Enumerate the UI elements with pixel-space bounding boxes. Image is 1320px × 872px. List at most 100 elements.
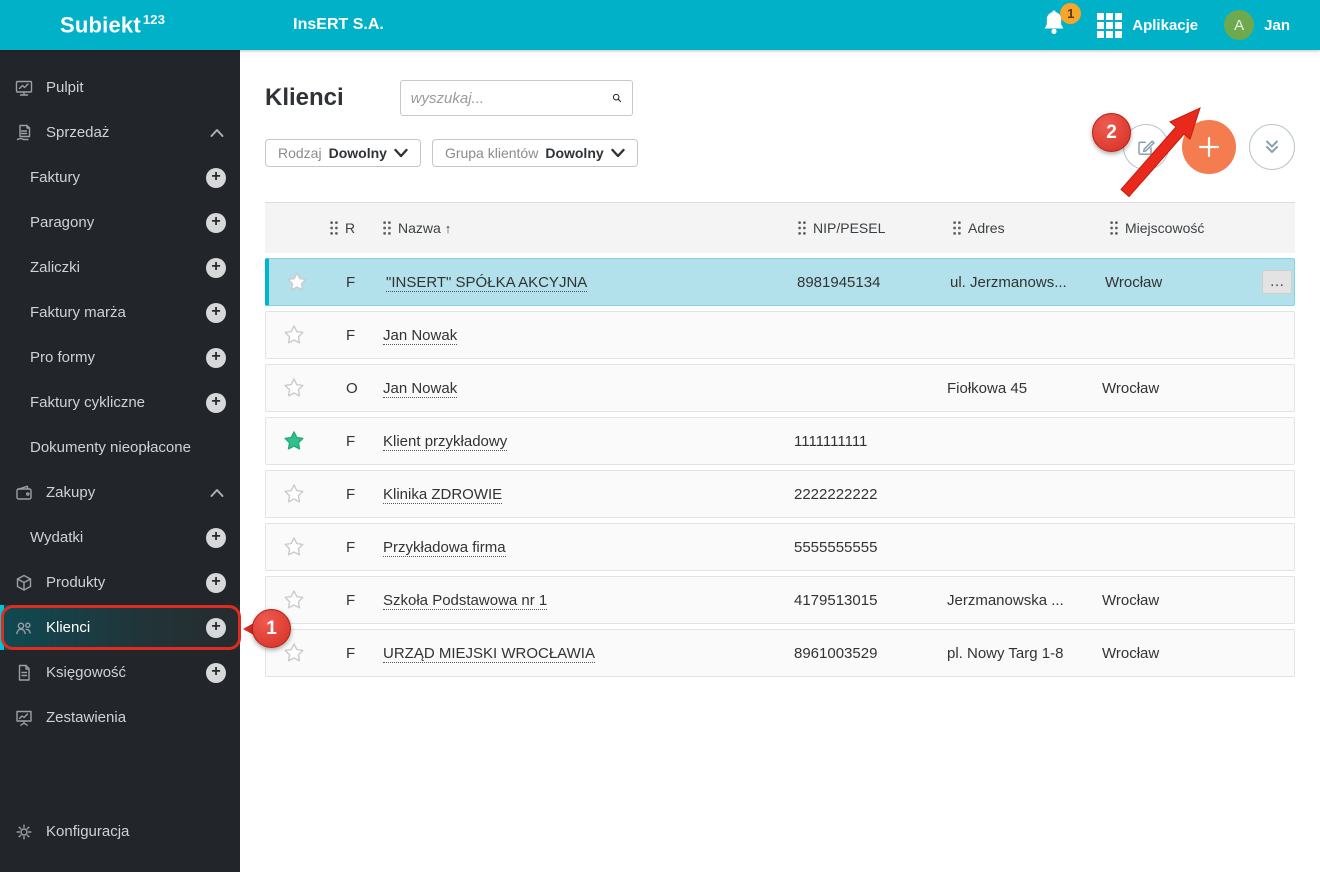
favorite-star-button[interactable] bbox=[266, 324, 322, 346]
sidebar-item-zestawienia[interactable]: Zestawienia bbox=[0, 695, 240, 740]
client-city: Wrocław bbox=[1105, 273, 1163, 291]
client-name-link[interactable]: Klinika ZDROWIE bbox=[383, 485, 503, 504]
favorite-star-button[interactable] bbox=[266, 483, 322, 505]
drag-handle-icon[interactable] bbox=[797, 220, 807, 236]
edit-button[interactable] bbox=[1123, 124, 1169, 170]
sidebar-item-label: Konfiguracja bbox=[46, 823, 130, 840]
app-logo[interactable]: Subiekt 123 bbox=[60, 12, 165, 38]
filter-grupa-klientow[interactable]: Grupa klientów Dowolny bbox=[431, 139, 638, 167]
favorite-star-button[interactable] bbox=[266, 377, 322, 399]
client-name-link[interactable]: Klient przykładowy bbox=[383, 432, 508, 451]
row-actions-cell: … bbox=[1262, 270, 1300, 294]
favorite-star-button[interactable] bbox=[266, 430, 322, 452]
favorite-star-button[interactable] bbox=[266, 589, 322, 611]
table-row[interactable]: F Klient przykładowy 1111111111 bbox=[265, 417, 1295, 465]
client-name-link[interactable]: Jan Nowak bbox=[383, 379, 458, 398]
sidebar-item-faktury-mar-a[interactable]: Faktury marża + bbox=[0, 290, 240, 335]
sidebar-item-label: Faktury cykliczne bbox=[30, 394, 146, 411]
table-row[interactable]: F Szkoła Podstawowa nr 1 4179513015 Jerz… bbox=[265, 576, 1295, 624]
sidebar-item-produkty[interactable]: Produkty + bbox=[0, 560, 240, 605]
client-name-link[interactable]: Szkoła Podstawowa nr 1 bbox=[383, 591, 548, 610]
add-icon[interactable]: + bbox=[206, 617, 226, 638]
favorite-star-button[interactable] bbox=[266, 536, 322, 558]
client-name-link[interactable]: "INSERT" SPÓŁKA AKCYJNA bbox=[386, 273, 588, 292]
column-header-nazwa[interactable]: Nazwa ↑ bbox=[379, 220, 789, 236]
drag-handle-icon[interactable] bbox=[329, 220, 339, 236]
add-icon[interactable]: + bbox=[206, 527, 226, 548]
filter-rodzaj[interactable]: Rodzaj Dowolny bbox=[265, 139, 421, 167]
chevron-up-icon[interactable] bbox=[210, 488, 224, 498]
chevron-up-icon[interactable] bbox=[210, 128, 224, 138]
column-header-adres[interactable]: Adres bbox=[943, 220, 1098, 236]
chevron-down-icon bbox=[610, 148, 625, 158]
client-type: F bbox=[346, 273, 356, 291]
more-actions-button[interactable] bbox=[1249, 124, 1295, 170]
apps-menu-button[interactable]: Aplikacje bbox=[1097, 12, 1198, 38]
sidebar-item-faktury[interactable]: Faktury + bbox=[0, 155, 240, 200]
notifications-button[interactable]: 1 bbox=[1041, 3, 1082, 41]
client-name-link[interactable]: URZĄD MIEJSKI WROCŁAWIA bbox=[383, 644, 595, 663]
add-icon[interactable]: + bbox=[206, 302, 226, 323]
column-label: R bbox=[345, 220, 356, 236]
sidebar-item-klienci[interactable]: Klienci + bbox=[0, 605, 240, 650]
favorite-star-button[interactable] bbox=[266, 642, 322, 664]
add-icon[interactable]: + bbox=[206, 347, 226, 368]
sidebar-item-zaliczki[interactable]: Zaliczki + bbox=[0, 245, 240, 290]
add-icon[interactable]: + bbox=[206, 167, 226, 188]
star-icon bbox=[284, 537, 304, 556]
column-header-miejscowosc[interactable]: Miejscowość bbox=[1098, 220, 1258, 236]
chevron-down-icon bbox=[394, 148, 408, 158]
add-icon[interactable]: + bbox=[206, 662, 226, 683]
sidebar-item-label: Wydatki bbox=[30, 529, 84, 546]
sidebar-item-sprzeda[interactable]: Sprzedaż bbox=[0, 110, 240, 155]
sidebar-item-konfiguracja[interactable]: Konfiguracja bbox=[0, 809, 240, 854]
favorite-star-button[interactable] bbox=[269, 271, 325, 293]
table-row[interactable]: F "INSERT" SPÓŁKA AKCYJNA 8981945134 ul.… bbox=[265, 258, 1295, 306]
add-icon[interactable]: + bbox=[206, 257, 226, 278]
sidebar-item-zakupy[interactable]: Zakupy bbox=[0, 470, 240, 515]
sidebar-item-label: Faktury bbox=[30, 169, 81, 186]
sidebar-item-pulpit[interactable]: Pulpit bbox=[0, 65, 240, 110]
sidebar-item-label: Klienci bbox=[46, 619, 91, 636]
sidebar-item-ksi-gowo[interactable]: Księgowość + bbox=[0, 650, 240, 695]
add-icon[interactable]: + bbox=[206, 212, 226, 233]
sidebar-item-paragony[interactable]: Paragony + bbox=[0, 200, 240, 245]
client-name-link[interactable]: Jan Nowak bbox=[383, 326, 458, 345]
user-menu-button[interactable]: A Jan bbox=[1224, 10, 1290, 40]
row-more-button[interactable]: … bbox=[1262, 270, 1292, 294]
add-icon[interactable]: + bbox=[206, 392, 226, 413]
search-icon[interactable] bbox=[612, 89, 622, 107]
company-name: InsERT S.A. bbox=[293, 16, 384, 33]
column-header-nip-pesel[interactable]: NIP/PESEL bbox=[789, 220, 943, 236]
table-row[interactable]: F URZĄD MIEJSKI WROCŁAWIA 8961003529 pl.… bbox=[265, 629, 1295, 677]
add-client-button[interactable] bbox=[1182, 120, 1236, 174]
desktop-icon bbox=[15, 80, 33, 96]
sidebar-item-wydatki[interactable]: Wydatki + bbox=[0, 515, 240, 560]
column-label: Nazwa bbox=[398, 220, 441, 236]
sidebar-item-faktury-cykliczne[interactable]: Faktury cykliczne + bbox=[0, 380, 240, 425]
table-row[interactable]: F Jan Nowak bbox=[265, 311, 1295, 359]
drag-handle-icon[interactable] bbox=[382, 220, 392, 236]
table-row[interactable]: F Przykładowa firma 5555555555 bbox=[265, 523, 1295, 571]
sidebar-item-label: Zaliczki bbox=[30, 259, 81, 276]
add-icon[interactable]: + bbox=[206, 572, 226, 593]
double-chevron-down-icon bbox=[1266, 140, 1278, 153]
client-name-cell: URZĄD MIEJSKI WROCŁAWIA bbox=[380, 644, 790, 663]
table-row[interactable]: F Klinika ZDROWIE 2222222222 bbox=[265, 470, 1295, 518]
sidebar-item-pro-formy[interactable]: Pro formy + bbox=[0, 335, 240, 380]
sidebar: Pulpit Sprzedaż Faktury + Paragony + Zaliczki +… bbox=[0, 50, 240, 872]
sidebar-item-dokumenty-nieop-acone[interactable]: Dokumenty nieopłacone bbox=[0, 425, 240, 470]
client-name-link[interactable]: Przykładowa firma bbox=[383, 538, 506, 557]
search-input[interactable] bbox=[410, 89, 612, 107]
client-address: ul. Jerzmanows... bbox=[950, 273, 1067, 291]
drag-handle-icon[interactable] bbox=[952, 220, 962, 236]
client-nip: 5555555555 bbox=[794, 538, 878, 556]
sales-icon bbox=[16, 124, 31, 140]
table-row[interactable]: O Jan Nowak Fiołkowa 45 Wrocław bbox=[265, 364, 1295, 412]
filter-label: Grupa klientów bbox=[444, 145, 539, 161]
column-header-r[interactable]: R bbox=[321, 220, 379, 236]
filter-value: Dowolny bbox=[328, 145, 387, 161]
drag-handle-icon[interactable] bbox=[1109, 220, 1119, 236]
topbar: Subiekt 123 InsERT S.A. 1 Aplikacje A Jan bbox=[0, 0, 1320, 50]
search-box[interactable] bbox=[399, 80, 633, 116]
